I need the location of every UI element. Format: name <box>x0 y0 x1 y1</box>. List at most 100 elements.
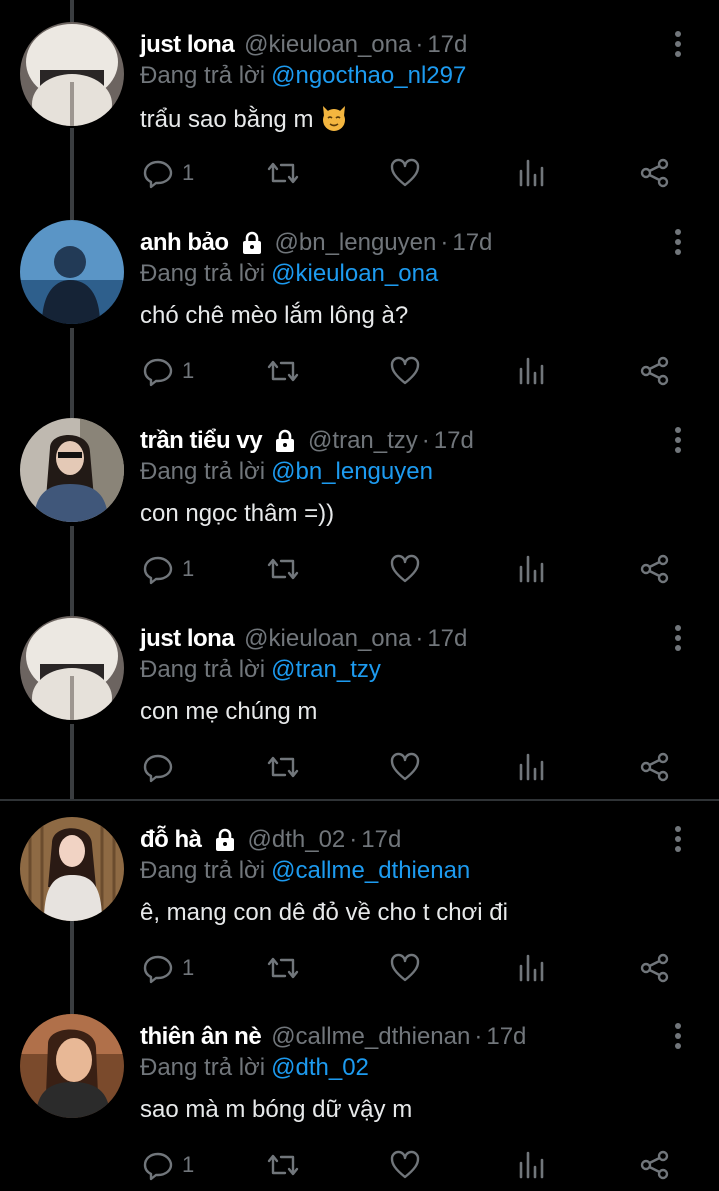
more-options-icon[interactable] <box>670 228 686 256</box>
reply-button[interactable]: 1 <box>142 951 194 985</box>
tweet[interactable]: đỗ hà @dth_02 · 17d Đang trả lời @callme_dth… <box>0 795 719 993</box>
reply-to-mention[interactable]: @callme_dthienan <box>271 857 470 884</box>
reply-to-mention[interactable]: @ngocthao_nl297 <box>271 62 466 89</box>
share-icon <box>640 158 669 188</box>
reply-button[interactable]: 1 <box>142 156 194 190</box>
user-handle[interactable]: @tran_tzy <box>308 427 418 455</box>
user-handle[interactable]: @kieuloan_ona <box>244 625 411 653</box>
more-options-icon[interactable] <box>670 30 686 58</box>
avatar[interactable] <box>20 418 124 522</box>
like-button[interactable] <box>389 156 421 190</box>
heart-icon <box>390 1150 420 1179</box>
avatar[interactable] <box>20 616 124 720</box>
display-name[interactable]: thiên ân nè <box>140 1023 262 1051</box>
share-button[interactable] <box>639 354 671 388</box>
analytics-icon <box>519 954 544 982</box>
share-button[interactable] <box>639 552 671 586</box>
retweet-icon <box>267 162 299 184</box>
tweet-actions: 1 <box>0 1148 719 1184</box>
user-handle[interactable]: @dth_02 <box>248 826 346 854</box>
like-button[interactable] <box>389 1148 421 1182</box>
timestamp[interactable]: 17d <box>486 1023 526 1051</box>
views-button[interactable] <box>516 951 546 985</box>
like-button[interactable] <box>389 750 421 784</box>
reply-prefix: Đang trả lời <box>140 62 266 89</box>
avatar[interactable] <box>20 220 124 324</box>
cat-face-emoji <box>323 106 346 131</box>
display-name[interactable]: just lona <box>140 625 235 653</box>
reply-icon <box>143 556 173 585</box>
protected-lock-icon <box>276 429 295 452</box>
reply-icon <box>143 754 173 783</box>
reply-count: 1 <box>182 955 195 980</box>
like-button[interactable] <box>389 552 421 586</box>
analytics-icon <box>519 1151 544 1179</box>
tweet-actions: 1 <box>0 552 719 588</box>
reply-context: Đang trả lời @callme_dthienan <box>140 857 470 885</box>
reply-button[interactable]: 1 <box>142 1148 194 1182</box>
tweet-text: trẩu sao bằng m <box>140 104 348 134</box>
more-options-icon[interactable] <box>670 825 686 853</box>
views-button[interactable] <box>516 552 546 586</box>
heart-icon <box>390 158 420 187</box>
retweet-button[interactable] <box>266 354 300 388</box>
like-button[interactable] <box>389 354 421 388</box>
analytics-icon <box>519 159 544 187</box>
retweet-button[interactable] <box>266 156 300 190</box>
reply-to-mention[interactable]: @tran_tzy <box>271 656 381 683</box>
reply-prefix: Đang trả lời <box>140 656 266 683</box>
analytics-icon <box>519 753 544 781</box>
display-name[interactable]: anh bảo <box>140 229 229 257</box>
timestamp[interactable]: 17d <box>452 229 492 257</box>
share-button[interactable] <box>639 156 671 190</box>
heart-icon <box>390 554 420 583</box>
reply-icon <box>143 1152 173 1181</box>
tweet[interactable]: just lona @kieuloan_ona · 17d Đang trả lời @… <box>0 594 719 792</box>
user-handle[interactable]: @callme_dthienan <box>271 1023 470 1051</box>
views-button[interactable] <box>516 750 546 784</box>
timestamp[interactable]: 17d <box>427 31 467 59</box>
reply-to-mention[interactable]: @bn_lenguyen <box>271 458 433 485</box>
timestamp[interactable]: 17d <box>434 427 474 455</box>
retweet-button[interactable] <box>266 1148 300 1182</box>
more-options-icon[interactable] <box>670 624 686 652</box>
retweet-button[interactable] <box>266 951 300 985</box>
tweet[interactable]: just lona @kieuloan_ona · 17d Đang trả lời @… <box>0 0 719 198</box>
share-button[interactable] <box>639 951 671 985</box>
retweet-button[interactable] <box>266 750 300 784</box>
timestamp[interactable]: 17d <box>427 625 467 653</box>
avatar[interactable] <box>20 1014 124 1118</box>
avatar[interactable] <box>20 817 124 921</box>
share-button[interactable] <box>639 1148 671 1182</box>
views-button[interactable] <box>516 354 546 388</box>
retweet-icon <box>267 756 299 778</box>
reply-button[interactable]: 1 <box>142 552 194 586</box>
tweet-actions: 1 <box>0 951 719 987</box>
user-handle[interactable]: @kieuloan_ona <box>244 31 411 59</box>
reply-count: 1 <box>182 1152 195 1177</box>
reply-prefix: Đang trả lời <box>140 1054 266 1081</box>
reply-context: Đang trả lời @dth_02 <box>140 1054 369 1082</box>
tweet[interactable]: trần tiểu vy @tran_tzy · 17d Đang trả lời @b… <box>0 396 719 594</box>
display-name[interactable]: trần tiểu vy <box>140 427 263 455</box>
more-options-icon[interactable] <box>670 1022 686 1050</box>
more-options-icon[interactable] <box>670 426 686 454</box>
views-button[interactable] <box>516 156 546 190</box>
share-icon <box>640 356 669 386</box>
user-handle[interactable]: @bn_lenguyen <box>275 229 437 257</box>
like-button[interactable] <box>389 951 421 985</box>
reply-context: Đang trả lời @bn_lenguyen <box>140 458 433 486</box>
views-button[interactable] <box>516 1148 546 1182</box>
display-name[interactable]: just lona <box>140 31 235 59</box>
tweet[interactable]: thiên ân nè @callme_dthienan · 17d Đang trả… <box>0 992 719 1190</box>
reply-to-mention[interactable]: @dth_02 <box>271 1054 369 1081</box>
timestamp[interactable]: 17d <box>361 826 401 854</box>
display-name[interactable]: đỗ hà <box>140 826 202 854</box>
tweet[interactable]: anh bảo @bn_lenguyen · 17d Đang trả lời @kie… <box>0 198 719 396</box>
avatar[interactable] <box>20 22 124 126</box>
share-button[interactable] <box>639 750 671 784</box>
reply-to-mention[interactable]: @kieuloan_ona <box>271 260 438 287</box>
retweet-button[interactable] <box>266 552 300 586</box>
reply-button[interactable] <box>142 750 182 784</box>
reply-button[interactable]: 1 <box>142 354 194 388</box>
